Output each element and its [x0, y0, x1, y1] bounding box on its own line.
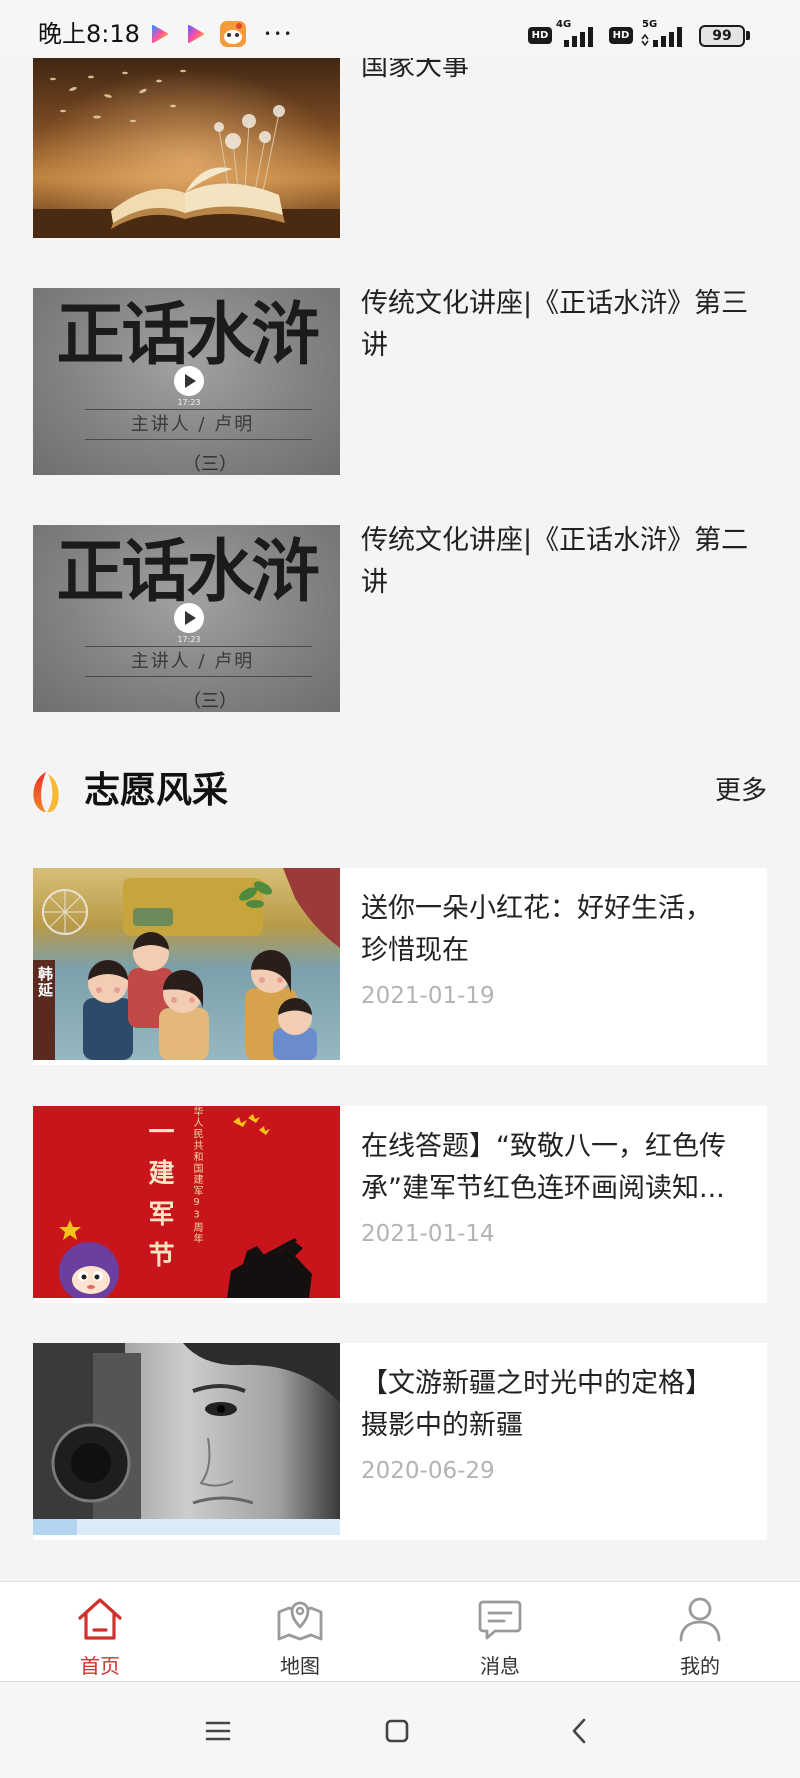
notification-overflow: •••	[264, 27, 295, 41]
tab-profile[interactable]: 我的	[600, 1582, 800, 1682]
video-duration: 17:23	[177, 398, 201, 407]
section-title: 志愿风采	[84, 770, 229, 811]
play-icon[interactable]	[174, 366, 204, 396]
video-play-app-icon	[148, 23, 170, 49]
volunteer-card[interactable]: 一建军节 华人民共和国建军93周年 在线答题】“致敬八一，红色传 承”建军节红色…	[33, 1106, 767, 1303]
card-thumbnail[interactable]: 韩延	[33, 868, 340, 1060]
status-bar: 晚上8:18 ••• HD 4G HD 5G 99	[0, 0, 800, 58]
volunteer-card[interactable]: 【文游新疆之时光中的定格】 摄影中的新疆 2020-06-29	[33, 1343, 767, 1540]
menu-icon[interactable]	[201, 1714, 235, 1748]
news-title: 传统文化讲座|《正话水浒》第三 讲	[361, 288, 749, 361]
volunteer-card[interactable]: 韩延 送你一朵小红花：好好生活， 珍惜现在 2021-01-19	[33, 868, 767, 1065]
map-icon	[275, 1594, 325, 1644]
poster-subtext: 华人民共和国建军93周年	[191, 1106, 202, 1245]
divider	[85, 676, 312, 677]
news-item[interactable]: 国家大事	[0, 51, 800, 241]
more-link[interactable]: 更多	[715, 773, 767, 809]
news-item[interactable]: 正话水浒 17:23 主讲人 / 卢明 （三） 传统文化讲座|《正话水浒》第二 …	[0, 525, 800, 715]
thumbnail-episode: （三）	[183, 691, 237, 712]
news-title: 传统文化讲座|《正话水浒》第二 讲	[361, 525, 749, 598]
thumbnail-episode: （三）	[183, 454, 237, 475]
video-duration: 17:23	[177, 635, 201, 644]
tab-messages[interactable]: 消息	[400, 1582, 600, 1682]
cartoon-app-icon	[219, 20, 247, 52]
thumbnail-lecturer: 主讲人 / 卢明	[130, 414, 255, 435]
profile-icon	[675, 1594, 725, 1644]
tab-label: 地图	[280, 1654, 320, 1678]
divider	[85, 646, 312, 647]
battery-icon: 99	[699, 25, 745, 47]
video-thumbnail[interactable]: 正话水浒 17:23 主讲人 / 卢明 （三）	[33, 525, 340, 712]
thumbnail-author-text: 韩延	[36, 966, 54, 998]
tab-map[interactable]: 地图	[200, 1582, 400, 1682]
system-navigation-bar	[0, 1682, 800, 1778]
message-icon	[475, 1594, 525, 1644]
card-date: 2021-01-19	[361, 983, 495, 1009]
card-thumbnail[interactable]	[33, 1343, 340, 1535]
divider	[85, 439, 312, 440]
news-thumbnail[interactable]	[33, 51, 340, 238]
volunteer-section-header: 志愿风采 更多	[0, 768, 800, 814]
back-icon[interactable]	[563, 1714, 597, 1748]
signal-bars-icon	[640, 27, 690, 51]
card-title: 在线答题】“致敬八一，红色传 承”建军节红色连环画阅读知...	[361, 1131, 726, 1204]
card-thumbnail[interactable]: 一建军节 华人民共和国建军93周年	[33, 1106, 340, 1298]
card-date: 2020-06-29	[361, 1458, 495, 1484]
poster-headline: 一建军节	[144, 1118, 174, 1282]
divider	[85, 409, 312, 410]
signal-bars-icon	[560, 27, 600, 51]
hd-badge: HD	[528, 27, 552, 44]
play-icon[interactable]	[174, 603, 204, 633]
video-play-app-icon	[184, 23, 206, 49]
tab-label: 首页	[80, 1654, 120, 1678]
status-time: 晚上8:18	[38, 20, 140, 48]
tab-home[interactable]: 首页	[0, 1582, 200, 1682]
card-title: 送你一朵小红花：好好生活， 珍惜现在	[361, 893, 712, 966]
tab-label: 消息	[480, 1654, 520, 1678]
card-title: 【文游新疆之时光中的定格】 摄影中的新疆	[361, 1368, 712, 1441]
thumbnail-lecturer: 主讲人 / 卢明	[130, 651, 255, 672]
bottom-tab-bar: 首页 地图 消息 我的	[0, 1581, 800, 1682]
battery-tip	[746, 31, 750, 40]
home-square-icon[interactable]	[380, 1714, 414, 1748]
news-item[interactable]: 正话水浒 17:23 主讲人 / 卢明 （三） 传统文化讲座|《正话水浒》第三 …	[0, 288, 800, 478]
card-date: 2021-01-14	[361, 1221, 495, 1247]
home-icon	[75, 1594, 125, 1644]
hd-badge: HD	[609, 27, 633, 44]
tab-label: 我的	[680, 1654, 720, 1678]
video-thumbnail[interactable]: 正话水浒 17:23 主讲人 / 卢明 （三）	[33, 288, 340, 475]
flame-icon	[31, 770, 61, 818]
